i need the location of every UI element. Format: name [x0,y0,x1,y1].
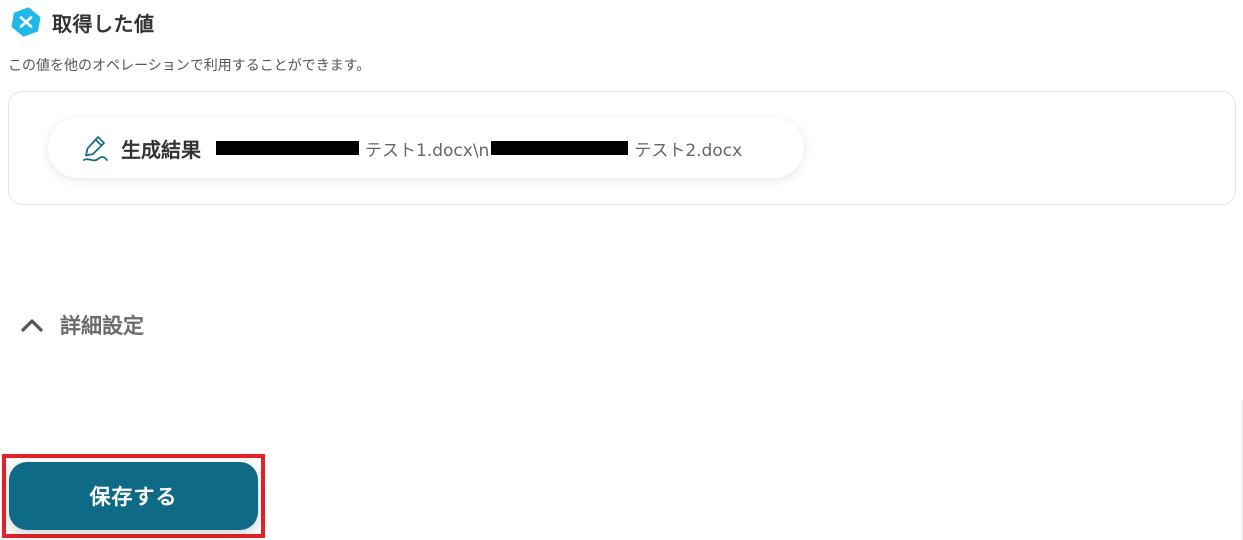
logo-icon [11,7,41,37]
output-value-chip[interactable]: 生成結果 テスト1.docx\n テスト2.docx [48,118,804,178]
redaction-bar [491,141,629,155]
pen-icon [83,136,108,162]
save-button[interactable]: 保存する [9,462,258,530]
section-title: 取得した値 [52,11,155,36]
chip-value-part-2: テスト2.docx [634,140,743,161]
chip-value-part-1: テスト1.docx\n [365,140,490,161]
section-header: 取得した値 [10,6,155,38]
chevron-up-icon [21,319,43,332]
page: 取得した値 この値を他のオペレーションで利用することができます。 生成結果 テス… [0,0,1243,540]
chip-label: 生成結果 [121,137,201,162]
section-description: この値を他のオペレーションで利用することができます。 [8,58,371,74]
output-values-panel: 生成結果 テスト1.docx\n テスト2.docx [8,91,1236,205]
advanced-settings-toggle[interactable]: 詳細設定 [20,310,144,340]
advanced-settings-label: 詳細設定 [60,314,144,338]
redaction-bar [216,141,359,155]
